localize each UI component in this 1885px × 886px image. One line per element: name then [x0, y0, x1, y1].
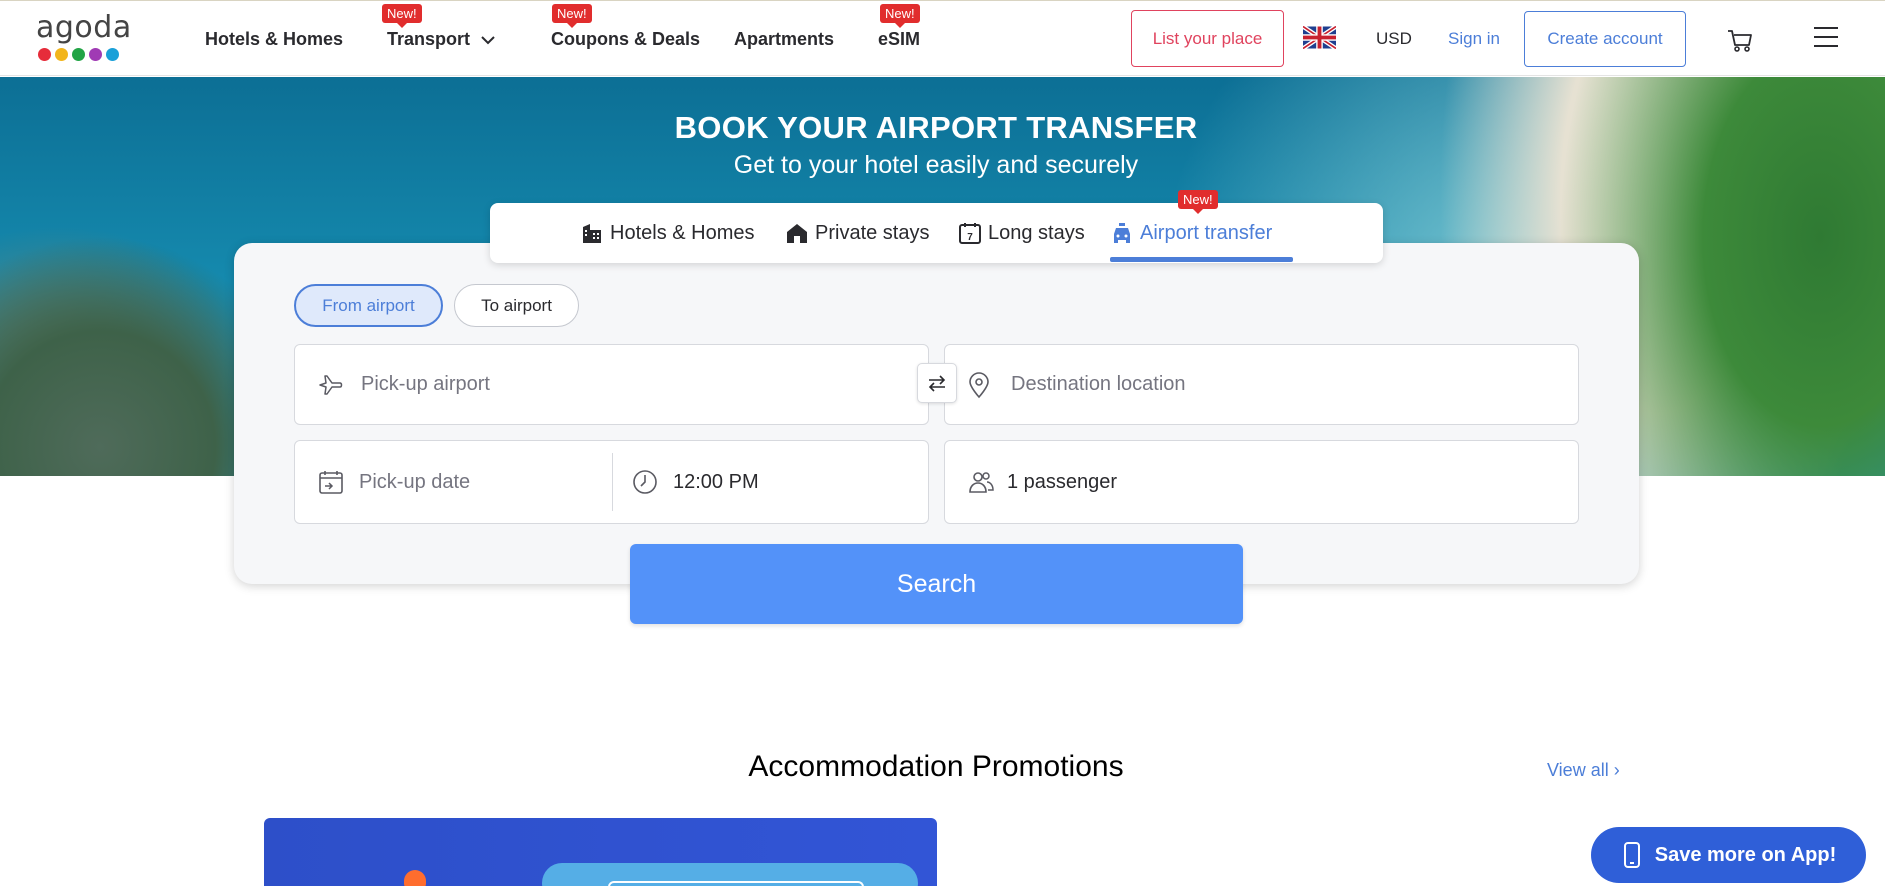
passengers-field[interactable]: 1 passenger: [944, 440, 1579, 524]
promo-mascot-graphic: [404, 870, 426, 886]
logo-dot-red: [38, 48, 51, 61]
tab-airport-transfer-label: Airport transfer: [1140, 221, 1273, 244]
uk-flag-icon[interactable]: [1303, 26, 1336, 49]
calendar-7-icon: 7: [959, 223, 981, 244]
new-badge-airport-transfer: New!: [1178, 190, 1218, 214]
view-all-link[interactable]: View all ›: [1547, 760, 1620, 781]
pickup-date-placeholder: Pick-up date: [359, 470, 471, 493]
tab-long-stays[interactable]: 7 Long stays: [958, 221, 1085, 245]
logo-dot-green: [72, 48, 85, 61]
promo-graphic-frame: [608, 881, 864, 886]
pickup-date-field[interactable]: Pick-up date: [317, 453, 613, 511]
swap-arrows-icon: [928, 375, 946, 392]
cart-icon[interactable]: [1726, 26, 1754, 54]
destination-placeholder: Destination location: [1011, 373, 1186, 395]
nav-transport[interactable]: Transport: [387, 29, 496, 50]
tab-airport-transfer[interactable]: Airport transfer: [1110, 221, 1272, 245]
pickup-time-value: 12:00 PM: [673, 470, 759, 493]
logo-dot-yellow: [55, 48, 68, 61]
pickup-airport-field[interactable]: Pick-up airport: [294, 344, 929, 425]
save-more-on-app-button[interactable]: Save more on App!: [1591, 827, 1866, 883]
nav-transport-label: Transport: [387, 29, 471, 49]
building-icon: [583, 224, 601, 243]
mobile-phone-icon: [1623, 842, 1640, 868]
nav-coupons-deals[interactable]: Coupons & Deals: [551, 29, 700, 50]
destination-location-field[interactable]: Destination location: [944, 344, 1579, 425]
new-badge-transport: New!: [382, 4, 422, 28]
save-more-on-app-label: Save more on App!: [1654, 843, 1837, 866]
tab-private-stays-label: Private stays: [815, 221, 930, 244]
nav-apartments[interactable]: Apartments: [734, 29, 834, 50]
swap-locations-button[interactable]: [917, 363, 957, 403]
nav-hotels-homes[interactable]: Hotels & Homes: [205, 29, 343, 50]
to-airport-toggle[interactable]: To airport: [454, 284, 579, 327]
logo-dot-blue: [106, 48, 119, 61]
car-icon: [1114, 223, 1130, 243]
pickup-airport-placeholder: Pick-up airport: [361, 373, 490, 395]
tab-hotels-homes[interactable]: Hotels & Homes: [580, 221, 755, 245]
sign-in-link[interactable]: Sign in: [1448, 29, 1500, 49]
logo-dots: [36, 48, 128, 61]
passengers-value: 1 passenger: [1007, 470, 1118, 493]
nav-esim[interactable]: eSIM: [878, 29, 920, 50]
chevron-down-icon: [481, 35, 495, 44]
people-icon: [969, 472, 994, 493]
hamburger-menu-icon[interactable]: [1813, 25, 1839, 49]
logo-wordmark: agoda: [36, 10, 132, 45]
tab-long-stays-label: Long stays: [988, 221, 1085, 244]
new-badge-esim: New!: [880, 4, 920, 28]
from-airport-toggle[interactable]: From airport: [294, 284, 443, 327]
currency-selector[interactable]: USD: [1376, 29, 1412, 49]
top-navigation-bar: agoda Hotels & Homes New! Transport New!…: [0, 0, 1885, 76]
pickup-time-field[interactable]: 12:00 PM: [613, 468, 759, 496]
hero-subtitle: Get to your hotel easily and securely: [733, 151, 1139, 179]
airplane-icon: [319, 374, 343, 395]
active-tab-indicator: [1110, 257, 1293, 262]
tab-hotels-homes-label: Hotels & Homes: [610, 221, 755, 244]
create-account-button[interactable]: Create account: [1524, 11, 1686, 67]
clock-icon: [633, 470, 657, 494]
agoda-logo[interactable]: agoda: [36, 10, 132, 65]
promotion-banner-card[interactable]: [264, 818, 937, 886]
tab-private-stays[interactable]: Private stays: [785, 221, 929, 245]
hero-title: BOOK YOUR AIRPORT TRANSFER: [674, 110, 1198, 145]
product-tabs: Hotels & Homes Private stays 7 Long stay…: [490, 203, 1383, 263]
svg-text:7: 7: [967, 232, 973, 243]
logo-dot-purple: [89, 48, 102, 61]
pickup-datetime-field: Pick-up date 12:00 PM: [294, 440, 929, 524]
calendar-icon: [319, 471, 343, 494]
new-badge-coupons: New!: [552, 4, 592, 28]
search-button[interactable]: Search: [630, 544, 1243, 624]
map-pin-icon: [969, 371, 989, 398]
list-your-place-button[interactable]: List your place: [1131, 10, 1284, 67]
house-icon: [787, 224, 807, 243]
